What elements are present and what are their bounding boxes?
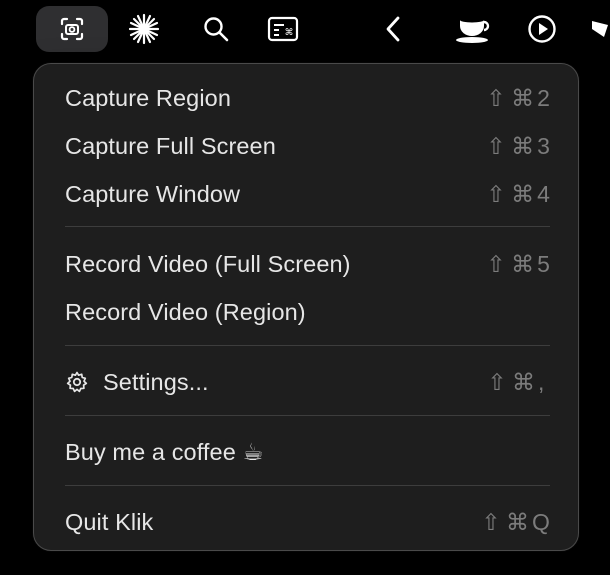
shortcut-key: 2 [537,84,550,111]
menu-item-capture-region[interactable]: Capture Region ⇧ ⌘ 2 [34,76,578,120]
menu-item-label: Record Video (Full Screen) [65,250,351,277]
command-key-icon: ⌘ [511,84,535,111]
shortcut-hint: ⇧ ⌘ 2 [485,85,550,112]
menu-item-buy-coffee[interactable]: Buy me a coffee ☕ [34,430,578,474]
starburst-button[interactable] [108,6,180,52]
command-key-icon: ⌘ [511,180,535,207]
menu-item-capture-full-screen[interactable]: Capture Full Screen ⇧ ⌘ 3 [34,124,578,168]
shift-key-icon: ⇧ [487,368,507,395]
shortcut-hint: ⇧ ⌘ 3 [485,133,550,160]
menu-item-label: Quit Klik [65,508,154,535]
partial-icon [592,21,608,37]
command-key-icon: ⌘ [511,250,535,277]
coffee-cup-icon [456,17,490,43]
search-button[interactable] [180,6,252,52]
menu-item-label: Record Video (Region) [65,298,306,325]
shortcut-hint: ⇧ ⌘ , [486,369,550,396]
menu-separator [65,345,550,346]
svg-text:⌘: ⌘ [285,28,294,38]
menu-separator [65,485,550,486]
shift-key-icon: ⇧ [486,180,506,207]
shift-key-icon: ⇧ [486,84,506,111]
command-key-icon: ⌘ [512,368,536,395]
menu-separator [65,415,550,416]
play-button[interactable] [506,6,578,52]
dropdown-menu: Capture Region ⇧ ⌘ 2 Capture Full Screen… [33,63,579,551]
shortcut-key: 4 [537,180,550,207]
partial-menubar-item[interactable] [586,6,610,52]
command-key-icon: ⌘ [511,132,535,159]
collapse-button[interactable] [357,6,429,52]
gear-icon [65,370,89,394]
menu-item-label: Capture Window [65,180,241,207]
shift-key-icon: ⇧ [486,132,506,159]
menu-item-label: Capture Region [65,84,232,111]
menu-item-label: Buy me a coffee ☕ [65,439,264,465]
shortcut-key: 5 [537,250,550,277]
shortcut-hint: ⇧ ⌘ 4 [485,181,550,208]
menu-item-capture-window[interactable]: Capture Window ⇧ ⌘ 4 [34,172,578,216]
camera-icon [60,17,84,41]
shortcut-key: , [538,368,545,395]
play-circle-icon [528,15,556,43]
menu-item-label: Capture Full Screen [65,132,276,159]
screenshot-app-button[interactable] [36,6,108,52]
shift-key-icon: ⇧ [486,250,506,277]
menu-item-record-region[interactable]: Record Video (Region) [34,290,578,334]
menu-item-label: Settings... [103,368,209,395]
coffee-button[interactable] [437,6,509,52]
keyboard-display-icon: ⌘ [267,16,299,42]
menu-separator [65,226,550,227]
starburst-icon [128,13,160,45]
menu-item-quit[interactable]: Quit Klik ⇧ ⌘ Q [34,500,578,544]
shortcut-hint: ⇧ ⌘ 5 [485,251,550,278]
search-icon [204,17,229,42]
chevron-left-icon [386,16,400,42]
keyboard-display-button[interactable]: ⌘ [247,6,319,52]
shortcut-hint: ⇧ ⌘ Q [480,509,550,536]
command-key-icon: ⌘ [506,508,530,535]
menu-item-settings[interactable]: Settings... ⇧ ⌘ , [34,360,578,404]
menu-item-record-full-screen[interactable]: Record Video (Full Screen) ⇧ ⌘ 5 [34,242,578,286]
shortcut-key: 3 [537,132,550,159]
menu-bar: ⌘ [0,0,610,60]
shortcut-key: Q [532,508,550,535]
shift-key-icon: ⇧ [481,508,501,535]
